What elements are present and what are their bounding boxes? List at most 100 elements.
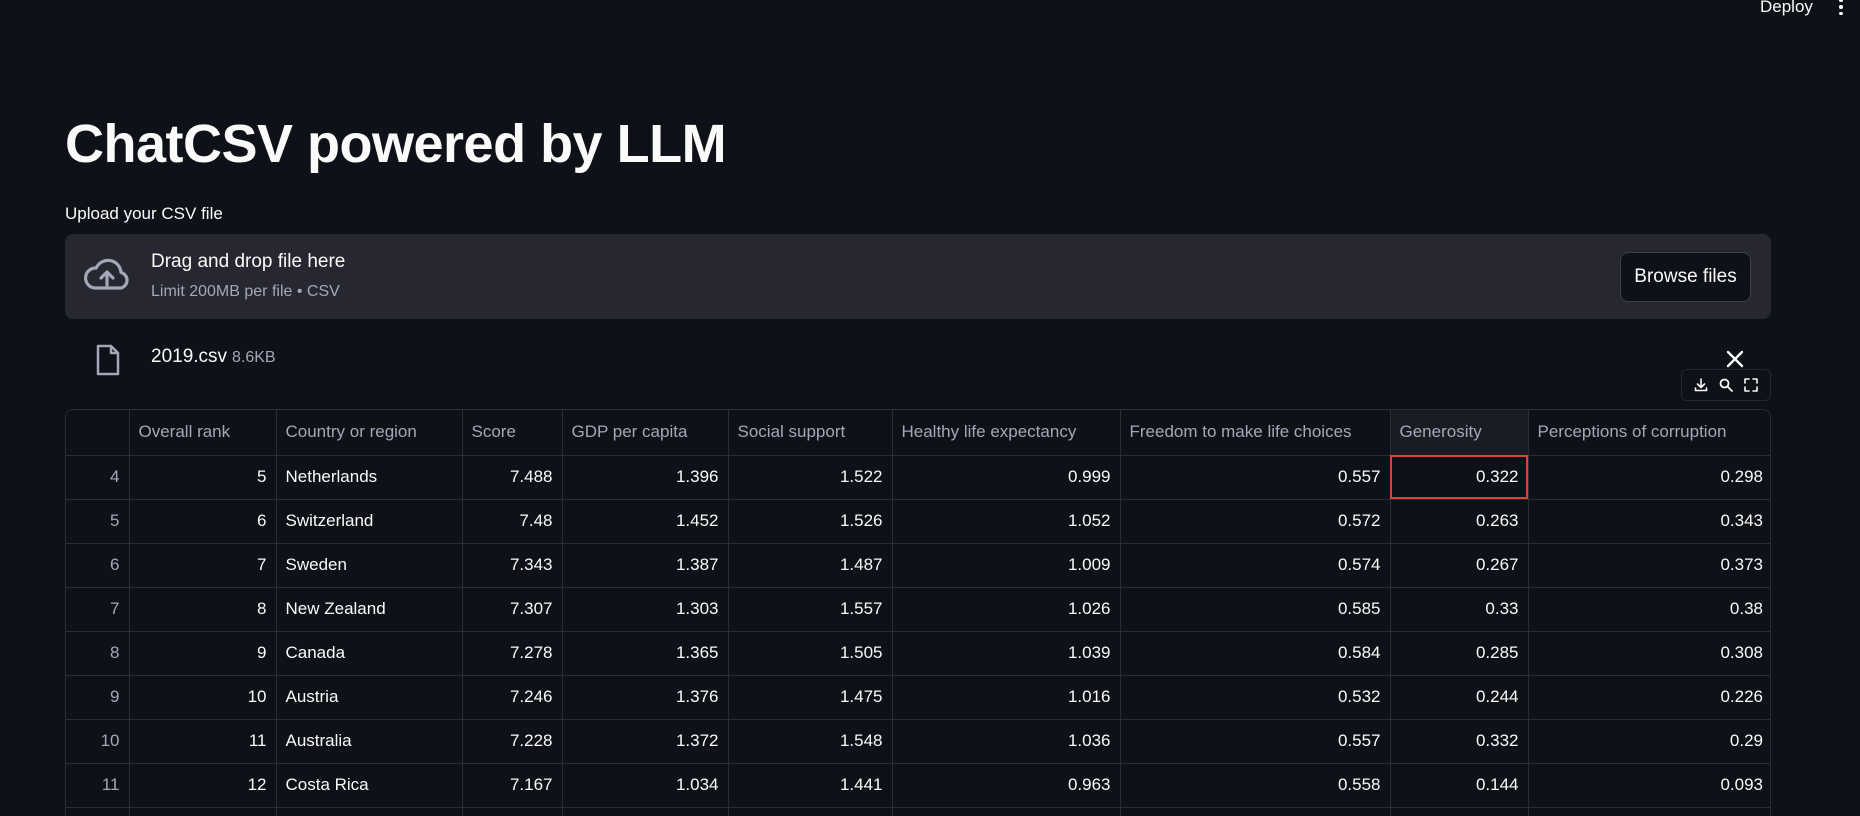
- table-cell[interactable]: 0.285: [1390, 631, 1529, 676]
- file-dropzone[interactable]: Drag and drop file here Limit 200MB per …: [65, 234, 1771, 319]
- table-cell[interactable]: 0.322: [1390, 455, 1529, 500]
- table-cell[interactable]: 1.505: [728, 631, 893, 676]
- table-row[interactable]: 11 12 Costa Rica 7.167 1.034 1.441 0.963 0.558 0…: [66, 763, 1770, 808]
- table-cell[interactable]: [1528, 807, 1770, 816]
- table-cell[interactable]: 0.343: [1528, 499, 1770, 544]
- table-cell[interactable]: 1.387: [562, 543, 729, 588]
- table-cell[interactable]: 0.298: [1528, 455, 1770, 500]
- table-cell[interactable]: Sweden: [276, 543, 463, 588]
- table-cell[interactable]: 0.532: [1120, 675, 1391, 720]
- table-cell[interactable]: [728, 807, 893, 816]
- table-cell[interactable]: 10: [129, 675, 277, 720]
- table-cell[interactable]: Canada: [276, 631, 463, 676]
- table-cell[interactable]: 0.226: [1528, 675, 1770, 720]
- table-cell[interactable]: 0.584: [1120, 631, 1391, 676]
- table-cell[interactable]: [462, 807, 563, 816]
- table-cell[interactable]: 7.167: [462, 763, 563, 808]
- table-cell[interactable]: 7.343: [462, 543, 563, 588]
- table-cell[interactable]: 5: [129, 455, 277, 500]
- table-cell[interactable]: 1.372: [562, 719, 729, 764]
- table-cell[interactable]: 1.016: [892, 675, 1121, 720]
- table-cell[interactable]: 1.526: [728, 499, 893, 544]
- table-cell[interactable]: [1120, 807, 1391, 816]
- column-header[interactable]: Healthy life expectancy: [892, 410, 1121, 456]
- table-cell[interactable]: 8: [129, 587, 277, 632]
- table-cell[interactable]: 0.308: [1528, 631, 1770, 676]
- column-header[interactable]: Score: [462, 410, 563, 456]
- column-header[interactable]: Overall rank: [129, 410, 277, 456]
- table-cell[interactable]: 1.487: [728, 543, 893, 588]
- column-header[interactable]: Freedom to make life choices: [1120, 410, 1391, 456]
- table-cell[interactable]: Switzerland: [276, 499, 463, 544]
- table-cell[interactable]: 7.307: [462, 587, 563, 632]
- table-cell[interactable]: Austria: [276, 675, 463, 720]
- table-cell[interactable]: 7.228: [462, 719, 563, 764]
- table-cell[interactable]: 1.548: [728, 719, 893, 764]
- menu-icon[interactable]: [1836, 0, 1846, 15]
- table-cell[interactable]: 7.246: [462, 675, 563, 720]
- table-cell[interactable]: 1.557: [728, 587, 893, 632]
- table-cell[interactable]: 0.29: [1528, 719, 1770, 764]
- table-cell[interactable]: 0.999: [892, 455, 1121, 500]
- table-cell[interactable]: 0.093: [1528, 763, 1770, 808]
- browse-files-button[interactable]: Browse files: [1620, 252, 1751, 302]
- table-cell[interactable]: 1.396: [562, 455, 729, 500]
- table-cell[interactable]: 1.036: [892, 719, 1121, 764]
- table-cell[interactable]: 9: [129, 631, 277, 676]
- table-cell[interactable]: 1.039: [892, 631, 1121, 676]
- table-cell[interactable]: [562, 807, 729, 816]
- table-cell[interactable]: 12: [129, 763, 277, 808]
- table-cell[interactable]: 1.522: [728, 455, 893, 500]
- table-cell[interactable]: [276, 807, 463, 816]
- table-row[interactable]: 7 8 New Zealand 7.307 1.303 1.557 1.026 0.585 0.…: [66, 587, 1770, 632]
- column-header[interactable]: Country or region: [276, 410, 463, 456]
- column-header[interactable]: Perceptions of corruption: [1528, 410, 1770, 456]
- table-cell[interactable]: 11: [129, 719, 277, 764]
- table-cell[interactable]: 1.009: [892, 543, 1121, 588]
- column-header[interactable]: Generosity: [1390, 410, 1529, 456]
- table-cell[interactable]: 1.034: [562, 763, 729, 808]
- table-row[interactable]: 5 6 Switzerland 7.48 1.452 1.526 1.052 0.572 0.2…: [66, 499, 1770, 544]
- table-cell[interactable]: 0.963: [892, 763, 1121, 808]
- table-cell[interactable]: Costa Rica: [276, 763, 463, 808]
- table-cell[interactable]: [129, 807, 277, 816]
- table-cell[interactable]: 1.365: [562, 631, 729, 676]
- table-row[interactable]: 6 7 Sweden 7.343 1.387 1.487 1.009 0.574 0.267 0.…: [66, 543, 1770, 588]
- table-cell[interactable]: 0.267: [1390, 543, 1529, 588]
- table-cell[interactable]: 1.026: [892, 587, 1121, 632]
- table-cell[interactable]: 0.244: [1390, 675, 1529, 720]
- table-row[interactable]: 8 9 Canada 7.278 1.365 1.505 1.039 0.584 0.285 0.…: [66, 631, 1770, 676]
- table-cell[interactable]: 7.48: [462, 499, 563, 544]
- close-icon[interactable]: [1724, 348, 1746, 370]
- table-cell[interactable]: 0.263: [1390, 499, 1529, 544]
- table-cell[interactable]: 6: [129, 499, 277, 544]
- fullscreen-icon[interactable]: [1743, 377, 1759, 393]
- table-cell[interactable]: Australia: [276, 719, 463, 764]
- table-cell[interactable]: 7.488: [462, 455, 563, 500]
- search-icon[interactable]: [1718, 377, 1734, 393]
- table-row[interactable]: 9 10 Austria 7.246 1.376 1.475 1.016 0.532 0.244…: [66, 675, 1770, 720]
- download-icon[interactable]: [1693, 377, 1709, 393]
- table-cell[interactable]: New Zealand: [276, 587, 463, 632]
- table-row[interactable]: 10 11 Australia 7.228 1.372 1.548 1.036 0.557 0.…: [66, 719, 1770, 764]
- table-cell[interactable]: 0.33: [1390, 587, 1529, 632]
- table-cell[interactable]: 1.052: [892, 499, 1121, 544]
- table-cell[interactable]: 7.278: [462, 631, 563, 676]
- table-cell[interactable]: 0.332: [1390, 719, 1529, 764]
- table-cell[interactable]: [1390, 807, 1529, 816]
- table-cell[interactable]: 1.303: [562, 587, 729, 632]
- table-cell[interactable]: [892, 807, 1121, 816]
- table-cell[interactable]: 0.557: [1120, 455, 1391, 500]
- table-cell[interactable]: 0.557: [1120, 719, 1391, 764]
- table-cell[interactable]: 0.38: [1528, 587, 1770, 632]
- table-cell[interactable]: 0.572: [1120, 499, 1391, 544]
- deploy-button[interactable]: Deploy: [1760, 0, 1813, 15]
- table-cell[interactable]: 1.475: [728, 675, 893, 720]
- table-cell[interactable]: 1.441: [728, 763, 893, 808]
- table-cell[interactable]: 0.574: [1120, 543, 1391, 588]
- column-header[interactable]: GDP per capita: [562, 410, 729, 456]
- table-cell[interactable]: 1.452: [562, 499, 729, 544]
- table-cell[interactable]: 7: [129, 543, 277, 588]
- table-cell[interactable]: Netherlands: [276, 455, 463, 500]
- table-row[interactable]: 12: [66, 807, 1770, 816]
